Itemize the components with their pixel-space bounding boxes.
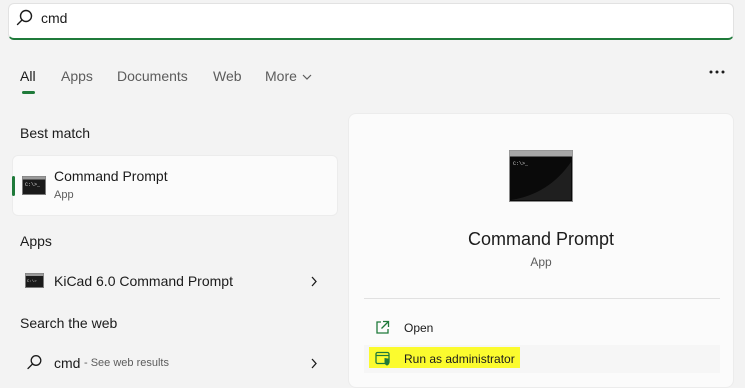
run-as-administrator-label: Run as administrator bbox=[404, 352, 515, 366]
best-match-type: App bbox=[54, 189, 74, 201]
selection-indicator bbox=[12, 176, 15, 196]
svg-text:C:\>_: C:\>_ bbox=[25, 182, 41, 188]
chevron-right-icon[interactable] bbox=[310, 276, 318, 287]
tab-more[interactable]: More bbox=[265, 68, 297, 84]
web-query: cmd bbox=[54, 355, 81, 371]
detail-app-name: Command Prompt bbox=[467, 229, 615, 249]
kicad-command-prompt-icon: C:\> bbox=[25, 273, 44, 288]
svg-text:C:\>_: C:\>_ bbox=[513, 161, 529, 167]
best-match-heading: Best match bbox=[20, 125, 91, 141]
chevron-down-icon bbox=[302, 74, 312, 80]
svg-text:C:\>: C:\> bbox=[27, 279, 37, 284]
open-external-icon bbox=[376, 320, 390, 334]
command-prompt-icon: C:\>_ bbox=[22, 176, 46, 195]
tab-web[interactable]: Web bbox=[213, 68, 242, 84]
search-icon bbox=[27, 355, 42, 370]
command-prompt-icon: C:\>_ bbox=[509, 150, 573, 202]
shield-admin-icon bbox=[375, 351, 390, 366]
tab-all[interactable]: All bbox=[20, 68, 36, 84]
search-web-heading: Search the web bbox=[20, 315, 118, 331]
web-results-hint: - See web results bbox=[84, 357, 169, 369]
detail-app-type: App bbox=[530, 255, 552, 269]
search-input[interactable]: cmd bbox=[41, 10, 67, 26]
app-result-label: KiCad 6.0 Command Prompt bbox=[54, 273, 233, 289]
chevron-right-icon[interactable] bbox=[310, 358, 318, 369]
apps-heading: Apps bbox=[20, 233, 52, 249]
divider bbox=[364, 298, 720, 299]
open-label: Open bbox=[404, 321, 434, 335]
search-box[interactable] bbox=[8, 3, 734, 40]
best-match-item[interactable] bbox=[12, 155, 338, 216]
tab-apps[interactable]: Apps bbox=[61, 68, 93, 84]
more-options-icon[interactable] bbox=[707, 64, 727, 80]
best-match-name: Command Prompt bbox=[54, 168, 168, 184]
search-icon bbox=[16, 9, 33, 26]
active-tab-indicator bbox=[22, 91, 35, 94]
tab-documents[interactable]: Documents bbox=[117, 68, 188, 84]
